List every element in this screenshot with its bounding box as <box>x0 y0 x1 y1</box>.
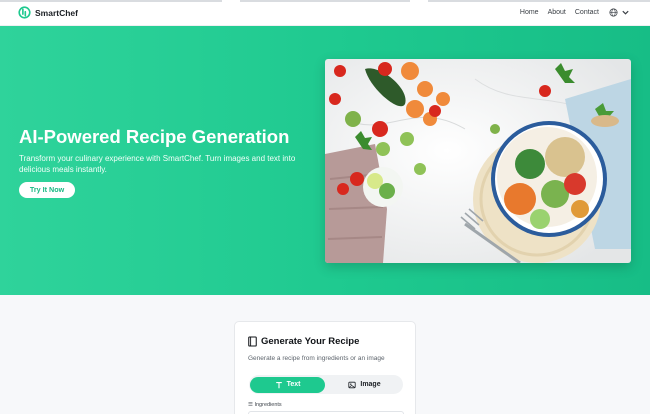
brand-name: SmartChef <box>35 7 78 18</box>
tab-image-label: Image <box>360 381 381 388</box>
try-it-now-button[interactable]: Try It Now <box>19 182 75 198</box>
nav-home-link[interactable]: Home <box>520 9 539 16</box>
hero-food-photo <box>325 59 631 263</box>
book-icon <box>248 336 257 347</box>
chevron-down-icon <box>622 10 629 15</box>
ingredients-label: ☰ Ingredients <box>248 402 282 408</box>
generator-title: Generate Your Recipe <box>261 336 360 347</box>
hero-subtitle: Transform your culinary experience with … <box>19 154 296 174</box>
nav-about-link[interactable]: About <box>548 9 566 16</box>
hero-title: AI-Powered Recipe Generation <box>19 126 290 147</box>
language-selector[interactable] <box>609 8 630 17</box>
tab-image[interactable]: Image <box>327 377 402 393</box>
generator-subtitle: Generate a recipe from ingredients or an… <box>248 355 385 362</box>
chef-logo-icon <box>18 6 31 19</box>
input-mode-tabs: Text Image <box>249 375 403 394</box>
tab-text-label: Text <box>286 381 301 388</box>
text-icon <box>275 381 282 388</box>
main-nav: Home About Contact <box>511 8 630 17</box>
tab-text[interactable]: Text <box>250 376 325 393</box>
nav-contact-link[interactable]: Contact <box>575 9 599 16</box>
generate-recipe-card: Generate Your Recipe Generate a recipe f… <box>234 321 416 414</box>
food-illustration <box>325 59 631 263</box>
site-header: SmartChef Home About Contact <box>0 2 650 26</box>
globe-icon <box>609 8 618 17</box>
hero-section: AI-Powered Recipe Generation Transform y… <box>0 26 650 295</box>
image-icon <box>348 381 356 388</box>
brand-logo[interactable]: SmartChef <box>18 6 78 19</box>
